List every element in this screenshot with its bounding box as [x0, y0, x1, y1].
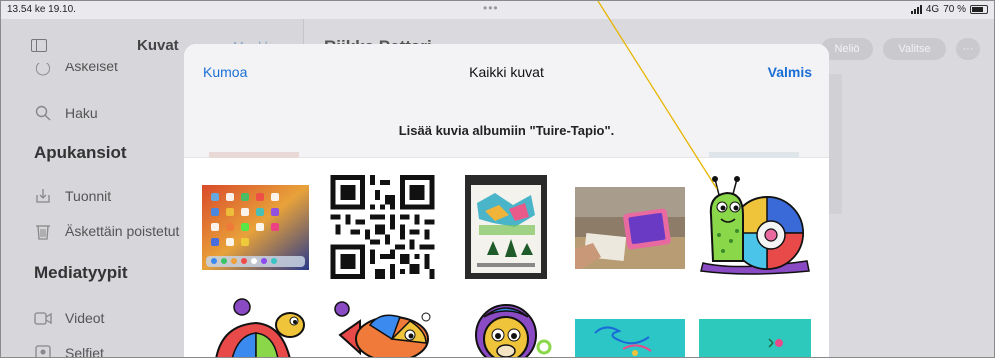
sidebar-item-label: Selfiet — [65, 345, 104, 358]
picker-header: Kumoa Kaikki kuvat Valmis Lisää kuvia al… — [184, 44, 829, 158]
sidebar-item-label: Videot — [65, 310, 105, 326]
battery-icon — [970, 5, 988, 14]
battery-label: 70 % — [943, 4, 966, 15]
screen: 13.54 ke 19.10. ••• 4G 70 % Kuvat Muokka… — [0, 0, 995, 358]
network-label: 4G — [925, 4, 940, 15]
section-media-types: Mediatyypit — [34, 263, 128, 282]
section-utilities: Apukansiot — [34, 143, 127, 162]
photo-picker-sheet: Kumoa Kaikki kuvat Valmis Lisää kuvia al… — [184, 44, 829, 357]
sidebar-item-recently-deleted[interactable]: Äskettäin poistetut — [34, 222, 179, 240]
photo-snail-drawing[interactable] — [697, 175, 815, 279]
sidebar-item-label: Äskeiset — [65, 63, 118, 74]
picker-prompt: Lisää kuvia albumiin "Tuire-Tapio". — [398, 123, 615, 138]
status-time: 13.54 ke 19.10. — [7, 4, 76, 15]
photo-ipad-home-screenshot[interactable] — [202, 185, 309, 270]
sidebar-item-imports[interactable]: Tuonnit — [34, 187, 111, 205]
photo-teal-drawing-1[interactable] — [575, 319, 685, 357]
import-icon — [34, 187, 52, 205]
sidebar-item-selfies[interactable]: Selfiet — [34, 344, 104, 358]
select-button[interactable]: Valitse — [883, 38, 946, 60]
more-button[interactable]: ··· — [956, 38, 980, 60]
selfie-icon — [34, 344, 52, 357]
sidebar-item-search[interactable]: Haku — [34, 104, 98, 122]
trash-icon — [34, 222, 52, 240]
signal-icon — [910, 5, 922, 14]
clock-icon: ◯ — [35, 63, 51, 75]
sidebar-item-videos[interactable]: Videot — [34, 309, 104, 327]
photo-tablet-on-desk[interactable] — [575, 187, 685, 269]
status-right: 4G 70 % — [910, 4, 988, 15]
sidebar-item-recents[interactable]: ◯ Äskeiset — [34, 63, 118, 79]
scrolled-photo-edge — [209, 152, 299, 158]
scrolled-photo-edge — [709, 152, 799, 158]
picker-title: Kaikki kuvat — [469, 64, 544, 80]
status-bar: 13.54 ke 19.10. ••• 4G 70 % — [1, 1, 994, 19]
sidebar-item-label: Tuonnit — [65, 188, 112, 204]
photo-coloring-page[interactable] — [465, 175, 547, 279]
video-icon — [34, 309, 52, 327]
done-button[interactable]: Valmis — [768, 64, 812, 80]
photo-qr-code[interactable] — [330, 175, 435, 279]
photo-monkey-drawing[interactable] — [460, 295, 552, 357]
photo-turtle-drawing[interactable] — [202, 295, 309, 357]
photo-teal-drawing-2[interactable] — [699, 319, 811, 357]
sidebar-item-label: Haku — [65, 105, 98, 121]
search-icon — [34, 104, 52, 122]
sidebar-item-label: Äskettäin poistetut — [65, 223, 180, 239]
sidebar-title: Kuvat — [137, 37, 179, 54]
multitasking-dots[interactable]: ••• — [483, 1, 499, 15]
photo-fish-drawing[interactable] — [330, 295, 435, 357]
sidebar-toggle-icon[interactable] — [31, 39, 47, 52]
